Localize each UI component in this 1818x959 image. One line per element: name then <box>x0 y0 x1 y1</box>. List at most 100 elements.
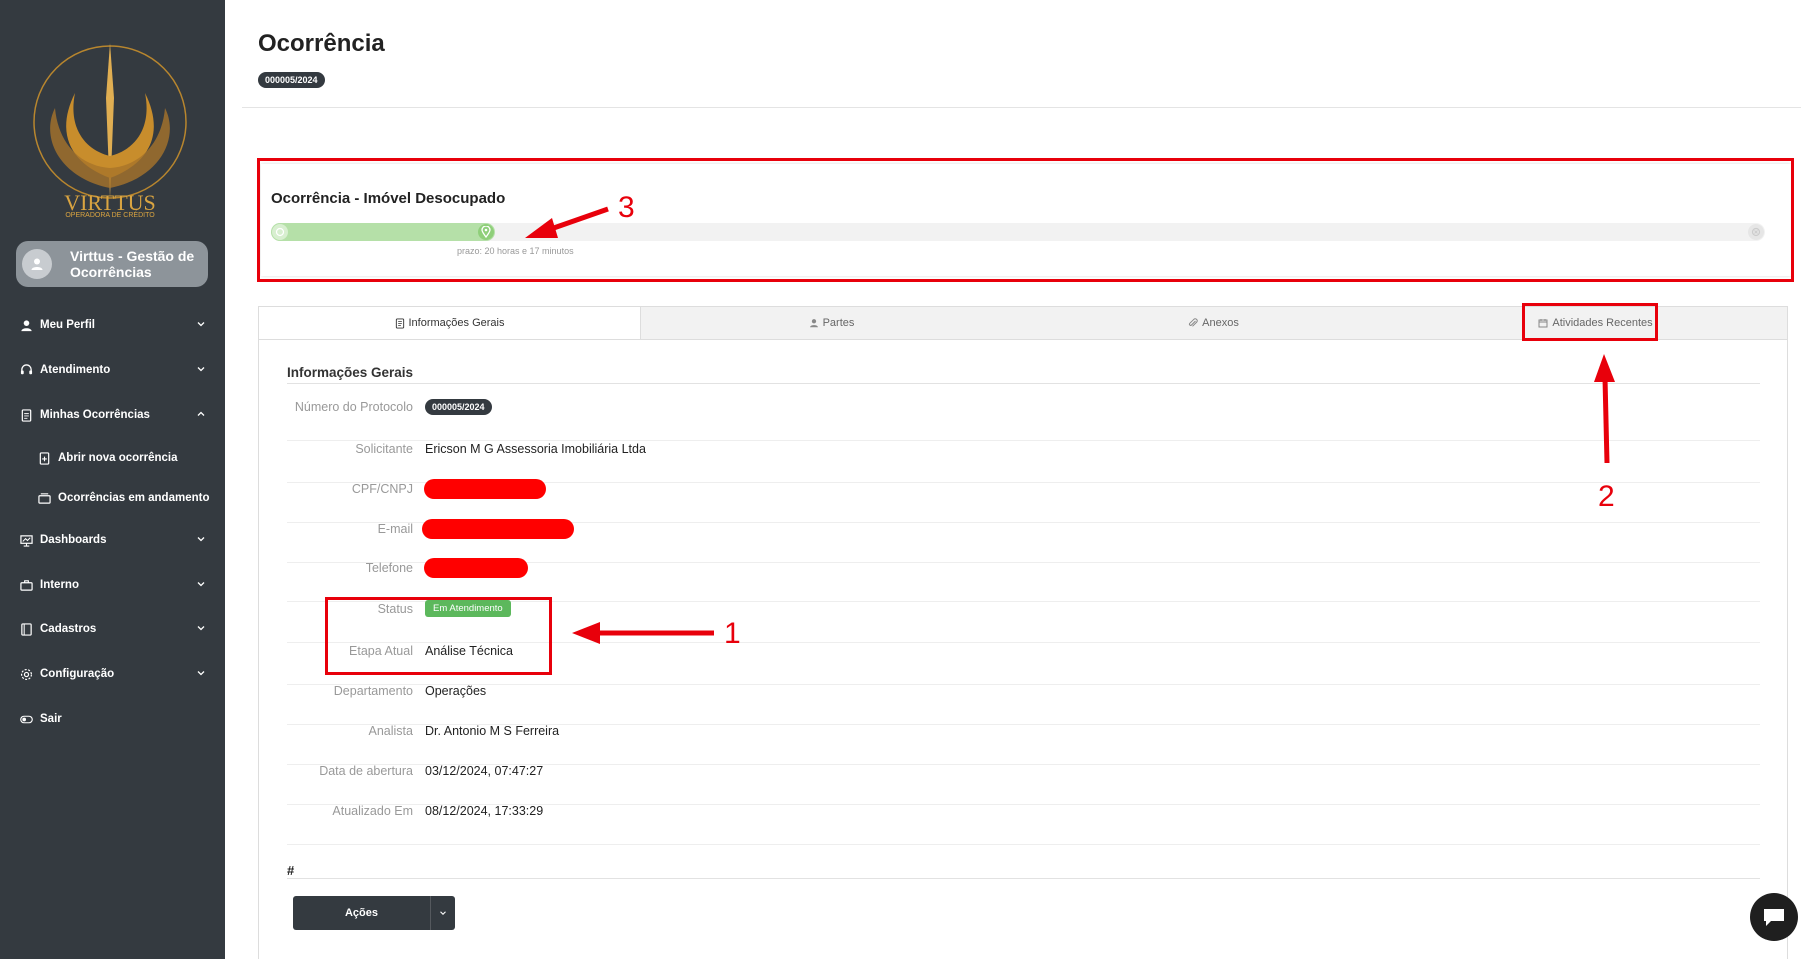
sidebar-item-label: Sair <box>40 713 62 725</box>
sidebar-item-label: Interno <box>40 579 79 591</box>
headset-icon <box>19 363 33 377</box>
tab-label: Informações Gerais <box>408 317 505 329</box>
user-icon <box>31 258 43 270</box>
logo-subtitle: OPERADORA DE CRÉDITO <box>65 212 155 219</box>
field-value: Dr. Antonio M S Ferreira <box>425 724 560 738</box>
paperclip-icon <box>1188 318 1198 328</box>
field-row-departamento: Departamento Operações <box>287 684 1760 725</box>
sidebar-item-label: Cadastros <box>40 623 97 635</box>
field-row-email: E-mail <box>287 519 1760 563</box>
actions-button[interactable]: Ações <box>293 896 430 930</box>
stack-icon <box>37 491 51 505</box>
annotation-number-2: 2 <box>1598 480 1615 513</box>
field-label: Número do Protocolo <box>294 400 413 414</box>
redacted-cpf-cnpj <box>424 479 546 499</box>
field-label: Telefone <box>365 561 413 575</box>
sidebar-item-label: Meu Perfil <box>40 319 95 331</box>
field-label: CPF/CNPJ <box>351 482 413 496</box>
sidebar-item-dashboards[interactable]: Dashboards <box>0 525 225 555</box>
protocol-badge: 000005/2024 <box>258 72 325 88</box>
sidebar-item-sair[interactable]: Sair <box>0 704 225 734</box>
sidebar-item-label: Ocorrências em andamento <box>58 492 210 504</box>
tab-label: Anexos <box>1202 317 1239 329</box>
sidebar-item-cadastros[interactable]: Cadastros <box>0 614 225 644</box>
sidebar: VIRTTUS OPERADORA DE CRÉDITO Virttus - G… <box>0 0 225 959</box>
redacted-telefone <box>424 558 528 578</box>
user-icon <box>809 318 819 328</box>
chevron-down-icon <box>197 322 205 327</box>
field-label: Analista <box>368 724 413 738</box>
annotation-number-1: 1 <box>724 617 741 650</box>
field-value: Operações <box>425 684 487 698</box>
chat-button[interactable] <box>1750 893 1798 941</box>
section-title: Informações Gerais <box>287 365 414 380</box>
divider <box>287 878 1760 879</box>
field-label: Departamento <box>333 684 413 698</box>
protocol-badge: 000005/2024 <box>425 399 492 415</box>
tab-informacoes-gerais[interactable]: Informações Gerais <box>259 307 641 339</box>
divider <box>287 383 1760 384</box>
chevron-down-icon <box>197 537 205 542</box>
annotation-number-3: 3 <box>618 191 635 224</box>
chevron-up-icon <box>197 411 205 416</box>
chat-bubble-icon <box>1764 909 1784 926</box>
sidebar-item-minhas-ocorrencias[interactable]: Minhas Ocorrências <box>0 400 225 430</box>
field-label: Solicitante <box>355 442 413 456</box>
briefcase-icon <box>19 578 33 592</box>
sidebar-item-label: Atendimento <box>40 364 111 376</box>
field-value: 08/12/2024, 17:33:29 <box>425 804 544 818</box>
chevron-down-icon <box>197 367 205 372</box>
field-row-solicitante: Solicitante Ericson M G Assessoria Imobi… <box>287 442 1760 483</box>
field-row-data-abertura: Data de abertura 03/12/2024, 07:47:27 <box>287 764 1760 805</box>
field-row-analista: Analista Dr. Antonio M S Ferreira <box>287 724 1760 765</box>
sidebar-item-label: Dashboards <box>40 534 107 546</box>
tab-anexos[interactable]: Anexos <box>1023 307 1405 339</box>
sidebar-item-label: Abrir nova ocorrência <box>58 452 178 464</box>
field-row-atualizado-em: Atualizado Em 08/12/2024, 17:33:29 <box>287 804 1760 845</box>
chevron-down-icon <box>197 671 205 676</box>
user-name: Virttus - Gestão de Ocorrências <box>70 248 195 280</box>
chevron-down-icon <box>197 626 205 631</box>
sidebar-item-atendimento[interactable]: Atendimento <box>0 355 225 385</box>
sidebar-item-meu-perfil[interactable]: Meu Perfil <box>0 310 225 340</box>
sidebar-item-abrir-nova-ocorrencia[interactable]: Abrir nova ocorrência <box>0 443 225 473</box>
user-profile-pill[interactable]: Virttus - Gestão de Ocorrências <box>16 241 208 287</box>
redacted-email <box>422 519 574 539</box>
actions-split-button: Ações <box>293 896 455 930</box>
field-label: E-mail <box>377 522 413 536</box>
sidebar-item-interno[interactable]: Interno <box>0 570 225 600</box>
sidebar-item-ocorrencias-em-andamento[interactable]: Ocorrências em andamento <box>0 483 225 513</box>
divider <box>242 107 1801 108</box>
field-value: 03/12/2024, 07:47:27 <box>425 764 544 778</box>
field-row-telefone: Telefone <box>287 558 1760 602</box>
annotation-box-workflow <box>257 158 1794 282</box>
field-value: Ericson M G Assessoria Imobiliária Ltda <box>425 442 646 456</box>
field-row-cpf-cnpj: CPF/CNPJ <box>287 479 1760 523</box>
actions-dropdown-toggle[interactable] <box>430 896 455 930</box>
main-content: Ocorrência 000005/2024 Ocorrência - Imóv… <box>225 0 1818 959</box>
tab-label: Partes <box>822 317 855 329</box>
gear-icon <box>19 667 33 681</box>
sidebar-item-label: Configuração <box>40 668 115 680</box>
annotation-box-status <box>325 597 552 675</box>
file-plus-icon <box>37 451 51 465</box>
sidebar-item-configuracao[interactable]: Configuração <box>0 659 225 689</box>
sidebar-item-label: Minhas Ocorrências <box>40 409 150 421</box>
chevron-down-icon <box>440 911 446 916</box>
toggle-icon <box>19 712 33 726</box>
avatar <box>22 249 52 279</box>
field-label: Atualizado Em <box>332 804 413 818</box>
annotation-box-atividades-tab <box>1522 303 1658 341</box>
chevron-down-icon <box>197 582 205 587</box>
section-hash-title: # <box>287 863 295 878</box>
page-title: Ocorrência <box>258 30 385 57</box>
field-row-protocolo: Número do Protocolo 000005/2024 <box>287 399 1760 441</box>
document-icon <box>19 408 33 422</box>
monitor-chart-icon <box>19 533 33 547</box>
virttus-logo: VIRTTUS OPERADORA DE CRÉDITO <box>30 38 190 219</box>
field-label: Data de abertura <box>319 764 413 778</box>
user-icon <box>19 318 33 332</box>
tab-partes[interactable]: Partes <box>641 307 1023 339</box>
document-icon <box>395 317 405 329</box>
book-icon <box>19 622 33 636</box>
